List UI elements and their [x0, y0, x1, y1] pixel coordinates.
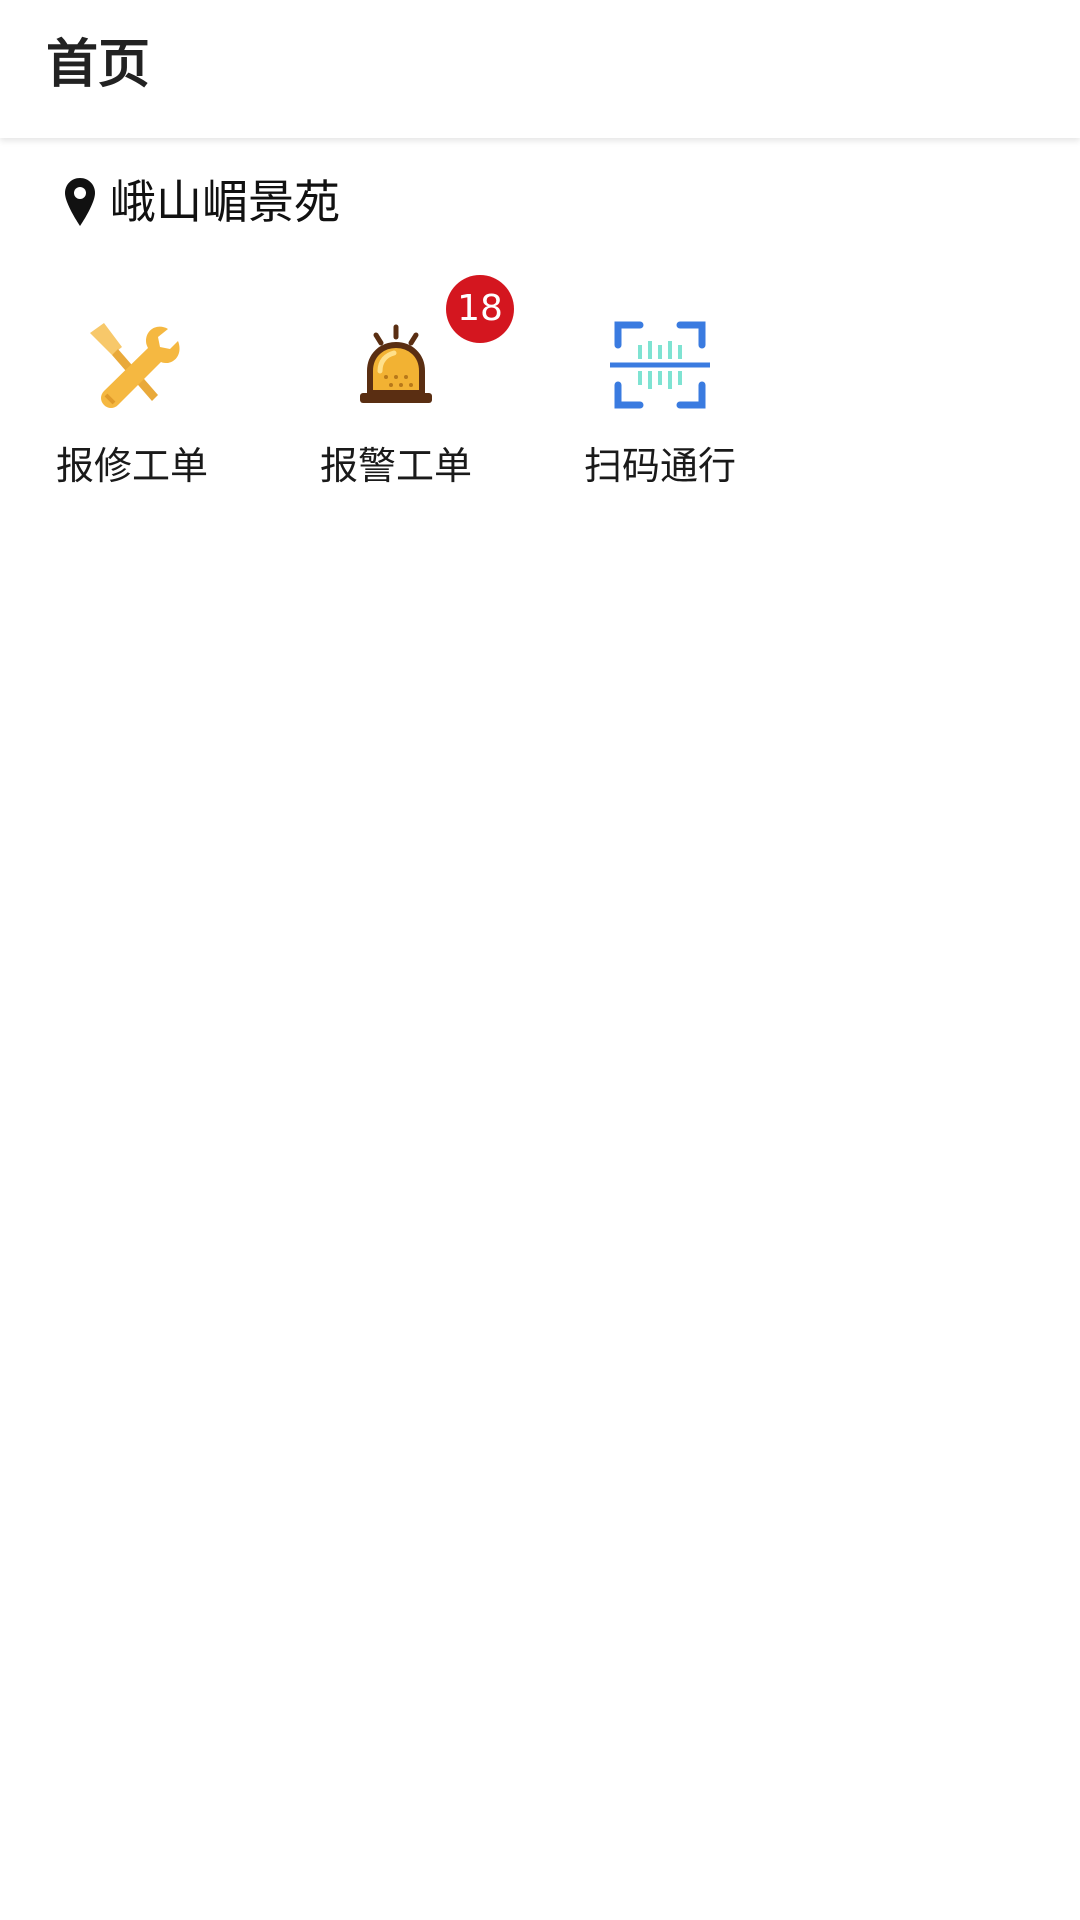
- scan-pass-label: 扫码通行: [583, 444, 736, 488]
- app-bar: 首页: [0, 0, 1080, 138]
- alarm-order-label: 报警工单: [319, 444, 472, 488]
- scan-pass-tile[interactable]: 扫码通行: [528, 275, 792, 515]
- alarm-order-tile[interactable]: 18 报警工单: [264, 275, 528, 515]
- location-name: 峨山嵋景苑: [110, 175, 340, 229]
- repair-order-tile[interactable]: 报修工单: [0, 275, 264, 515]
- repair-order-label: 报修工单: [55, 444, 208, 488]
- page-title: 首页: [46, 35, 151, 95]
- repair-tools-icon: [90, 323, 180, 408]
- location-pin-icon: [65, 178, 95, 226]
- alarm-count-badge: 18: [446, 275, 514, 343]
- function-grid: 报修工单 18 报警工单 扫码通行: [0, 275, 1080, 515]
- location-selector[interactable]: 峨山嵋景苑: [64, 172, 340, 232]
- scan-code-icon: [610, 321, 710, 409]
- alarm-siren-icon: [360, 324, 432, 403]
